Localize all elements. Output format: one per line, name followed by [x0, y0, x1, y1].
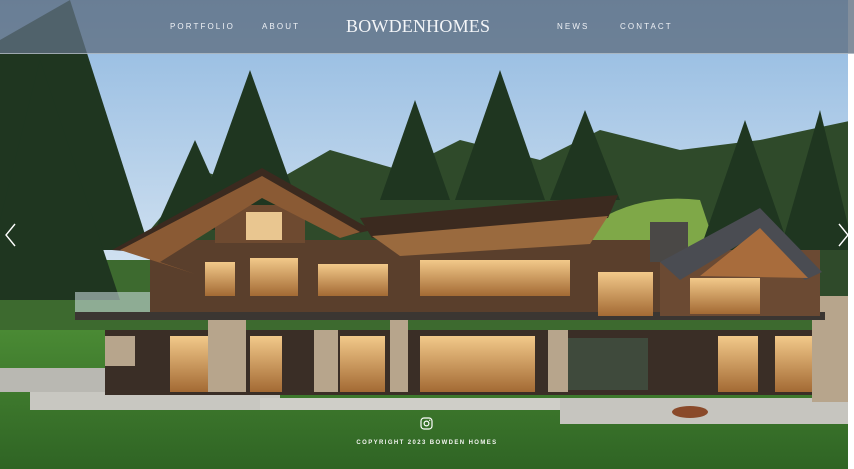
chevron-right-icon[interactable]: [836, 222, 850, 248]
site-logo[interactable]: BOWDENHOMES: [346, 15, 490, 37]
chevron-left-icon[interactable]: [4, 222, 18, 248]
nav-link-contact[interactable]: CONTACT: [620, 20, 673, 34]
house-photo: [0, 0, 854, 469]
nav-link-news[interactable]: NEWS: [557, 20, 589, 34]
copyright-text: COPYRIGHT 2023 BOWDEN HOMES: [356, 440, 498, 446]
instagram-icon[interactable]: [420, 417, 433, 430]
nav-link-portfolio[interactable]: PORTFOLIO: [170, 20, 235, 34]
nav-link-about[interactable]: ABOUT: [262, 20, 300, 34]
top-navbar: PORTFOLIO ABOUT BOWDENHOMES NEWS CONTACT: [0, 0, 854, 54]
hero-image: [0, 0, 854, 469]
